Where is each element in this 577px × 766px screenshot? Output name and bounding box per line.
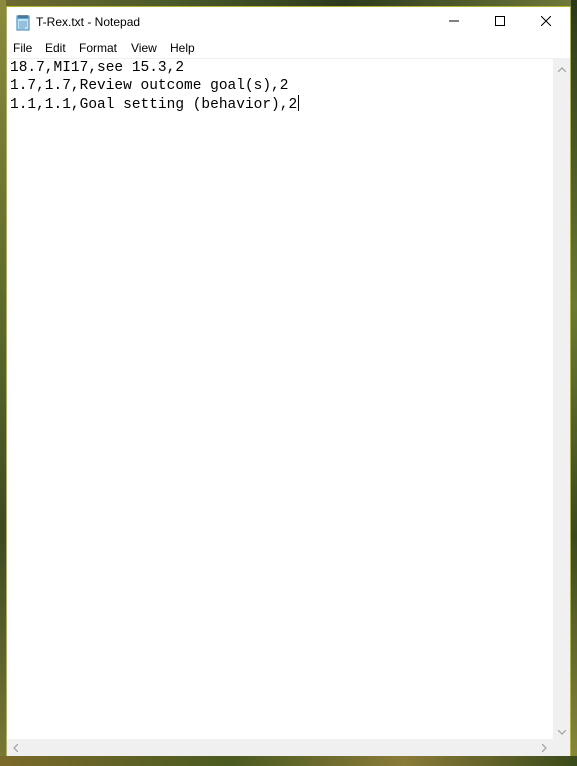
- title-bar[interactable]: T-Rex.txt - Notepad: [7, 7, 570, 38]
- maximize-icon: [495, 13, 505, 31]
- text-caret: [298, 95, 300, 111]
- text-line-content: 1.1,1.1,Goal setting (behavior),2: [10, 97, 298, 113]
- close-button[interactable]: [523, 7, 569, 37]
- menu-view[interactable]: View: [131, 40, 157, 56]
- text-line[interactable]: 1.1,1.1,Goal setting (behavior),2: [10, 95, 300, 115]
- text-line[interactable]: 18.7,MI17,see 15.3,2: [10, 59, 184, 78]
- notepad-window: T-Rex.txt - Notepad File Edit Format Vie…: [6, 6, 571, 756]
- menu-edit[interactable]: Edit: [45, 40, 66, 56]
- text-line-content: 1.7,1.7,Review outcome goal(s),2: [10, 78, 289, 94]
- maximize-button[interactable]: [477, 7, 523, 37]
- window-title: T-Rex.txt - Notepad: [36, 15, 141, 29]
- notepad-icon[interactable]: [16, 14, 30, 31]
- chevron-down-icon: [557, 722, 566, 740]
- scroll-left-button[interactable]: [7, 739, 24, 756]
- text-editor[interactable]: 18.7,MI17,see 15.3,2 1.7,1.7,Review outc…: [7, 59, 553, 739]
- menu-bar: File Edit Format View Help: [7, 38, 570, 59]
- menu-format[interactable]: Format: [79, 40, 117, 56]
- scroll-up-button[interactable]: [553, 59, 570, 76]
- scroll-down-button[interactable]: [553, 722, 570, 739]
- vertical-scrollbar[interactable]: [553, 59, 570, 739]
- close-icon: [540, 13, 552, 31]
- chevron-up-icon: [557, 59, 566, 77]
- desktop-background-right: [571, 0, 577, 766]
- menu-help[interactable]: Help: [170, 40, 195, 56]
- chevron-right-icon: [541, 739, 547, 757]
- menu-file[interactable]: File: [13, 40, 32, 56]
- horizontal-scrollbar[interactable]: [7, 739, 553, 756]
- scroll-right-button[interactable]: [536, 739, 553, 756]
- minimize-icon: [449, 13, 459, 31]
- desktop-background-bottom: [0, 756, 577, 766]
- size-grip[interactable]: [553, 739, 570, 756]
- chevron-left-icon: [13, 739, 19, 757]
- text-line-content: 18.7,MI17,see 15.3,2: [10, 60, 185, 76]
- minimize-button[interactable]: [431, 7, 477, 37]
- text-line[interactable]: 1.7,1.7,Review outcome goal(s),2: [10, 77, 288, 96]
